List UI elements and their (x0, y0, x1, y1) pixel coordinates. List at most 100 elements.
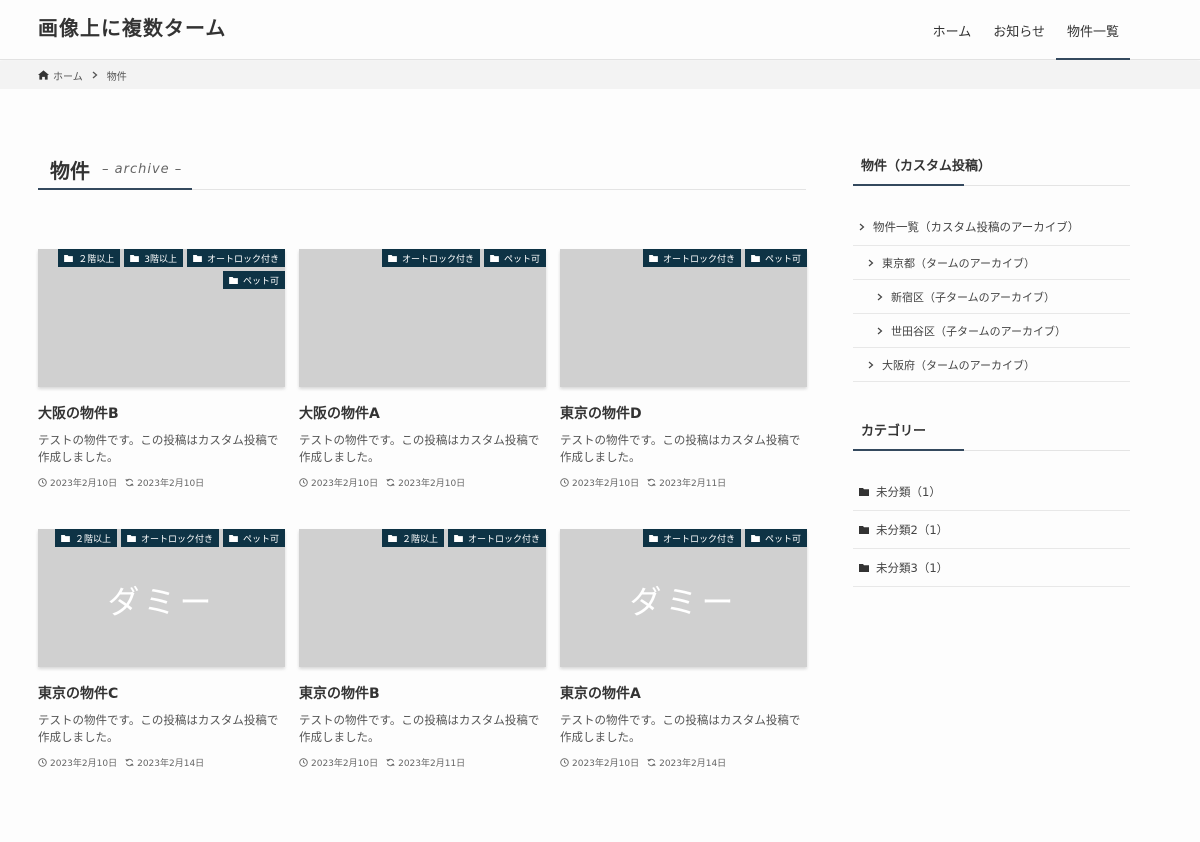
term-tag[interactable]: ２階以上 (58, 249, 121, 267)
post-card[interactable]: オートロック付き ペット可 東京の物件D テストの物件です。この投稿はカスタム投稿で作… (560, 249, 807, 489)
sidebar-item-category[interactable]: 未分類（1） (853, 473, 1130, 511)
nav-item-news[interactable]: お知らせ (982, 0, 1056, 60)
folder-icon (61, 534, 70, 542)
term-tag-label: オートロック付き (401, 254, 474, 265)
post-thumbnail[interactable]: ダミー ２階以上 オートロック付き ペット可 (38, 529, 285, 667)
post-excerpt: テストの物件です。この投稿はカスタム投稿で作成しました。 (299, 433, 540, 464)
folder-icon (229, 534, 238, 542)
sidebar-item-osaka[interactable]: 大阪府（タームのアーカイブ） (853, 348, 1130, 382)
chevron-right-icon (877, 293, 883, 300)
nav-item-properties[interactable]: 物件一覧 (1055, 0, 1131, 60)
sidebar-item-label: 大阪府（タームのアーカイブ） (882, 358, 1036, 372)
post-title[interactable]: 東京の物件B (299, 683, 546, 703)
term-tag[interactable]: ペット可 (744, 529, 807, 547)
term-tags: オートロック付き ペット可 (299, 249, 546, 271)
folder-icon (454, 534, 463, 542)
term-tag[interactable]: 3階以上 (124, 249, 183, 267)
folder-icon (859, 563, 869, 572)
updated-date: 2023年2月10日 (398, 479, 466, 489)
term-tag[interactable]: ペット可 (222, 529, 285, 547)
refresh-icon (647, 758, 656, 767)
sidebar-item-tokyo[interactable]: 東京都（タームのアーカイブ） (853, 246, 1130, 280)
post-card[interactable]: オートロック付き ペット可大阪の物件A テストの物件です。この投稿はカスタム投稿で作… (299, 249, 546, 489)
sidebar-item-setagaya[interactable]: 世田谷区（子タームのアーカイブ） (853, 314, 1130, 348)
refresh-icon (125, 758, 134, 767)
term-tag[interactable]: オートロック付き (186, 249, 285, 267)
post-card[interactable]: ２階以上 3階以上 オートロック付きペット可大阪の物件B テストの物件です。この投稿は… (38, 249, 285, 489)
refresh-icon (386, 478, 395, 487)
clock-icon (560, 758, 569, 767)
updated-date: 2023年2月10日 (137, 479, 205, 489)
archive-title: 物件 (50, 158, 90, 183)
site-title[interactable]: 画像上に複数ターム (38, 12, 226, 41)
term-tag[interactable]: ペット可 (483, 249, 546, 267)
post-card[interactable]: ダミー オートロック付き ペット可 東京の物件A テストの物件です。この投稿はカスタム投… (560, 529, 807, 769)
post-thumbnail[interactable]: ２階以上 オートロック付き (299, 529, 546, 667)
post-title[interactable]: 東京の物件A (560, 683, 807, 703)
term-tags: ２階以上 3階以上 オートロック付きペット可 (38, 249, 285, 293)
refresh-icon (125, 478, 134, 487)
post-thumbnail[interactable]: ２階以上 3階以上 オートロック付きペット可 (38, 249, 285, 387)
category-widget-title: カテゴリー (853, 420, 964, 451)
folder-icon (388, 254, 397, 262)
term-tag-label: オートロック付き (662, 534, 735, 545)
clock-icon (38, 758, 47, 767)
thumbnail-text: ダミー (107, 583, 216, 621)
chevron-right-icon (868, 361, 874, 368)
term-tag-label: オートロック付き (662, 254, 735, 265)
nav-item-home[interactable]: ホーム (922, 0, 983, 60)
post-excerpt: テストの物件です。この投稿はカスタム投稿で作成しました。 (299, 713, 540, 744)
folder-icon (751, 254, 760, 262)
post-title[interactable]: 東京の物件D (560, 403, 807, 423)
chevron-right-icon (859, 223, 865, 231)
sidebar-item-category-2[interactable]: 未分類2（1） (853, 511, 1130, 549)
updated-date: 2023年2月14日 (659, 759, 727, 769)
term-tag[interactable]: ２階以上 (381, 529, 444, 547)
folder-icon (859, 525, 869, 534)
breadcrumb-home[interactable]: ホーム (53, 68, 83, 83)
clock-icon (560, 478, 569, 487)
breadcrumb-current: 物件 (106, 71, 127, 83)
published-date: 2023年2月10日 (572, 759, 640, 769)
post-title[interactable]: 大阪の物件A (299, 403, 546, 423)
term-tag[interactable]: ペット可 (222, 271, 285, 289)
post-thumbnail[interactable]: オートロック付き ペット可 (560, 249, 807, 387)
term-tag-label: ペット可 (503, 254, 540, 265)
post-card[interactable]: ２階以上 オートロック付き 東京の物件B テストの物件です。この投稿はカスタム投稿で作… (299, 529, 546, 769)
chevron-right-icon (92, 71, 98, 79)
published-date: 2023年2月10日 (572, 479, 640, 489)
sidebar-item-label: 未分類3（1） (876, 560, 949, 575)
archive-heading: 物件 – archive – (38, 150, 806, 190)
term-tag[interactable]: オートロック付き (120, 529, 219, 547)
term-tag-label: ２階以上 (401, 534, 438, 545)
term-tag[interactable]: ２階以上 (54, 529, 117, 547)
post-excerpt: テストの物件です。この投稿はカスタム投稿で作成しました。 (38, 433, 279, 464)
post-title[interactable]: 大阪の物件B (38, 403, 285, 423)
post-title[interactable]: 東京の物件C (38, 683, 285, 703)
term-tag-label: ペット可 (242, 276, 279, 287)
term-tag[interactable]: オートロック付き (381, 249, 480, 267)
post-thumbnail[interactable]: オートロック付き ペット可 (299, 249, 546, 387)
term-tag[interactable]: オートロック付き (447, 529, 546, 547)
sidebar-item-property-archive[interactable]: 物件一覧（カスタム投稿のアーカイブ） (853, 209, 1130, 246)
sidebar-item-label: 東京都（タームのアーカイブ） (882, 256, 1036, 270)
term-tag[interactable]: オートロック付き (642, 249, 741, 267)
published-date: 2023年2月10日 (311, 759, 379, 769)
post-card[interactable]: ダミー ２階以上 オートロック付き ペット可 東京の物件C テストの物件です。この投稿はカ… (38, 529, 285, 769)
sidebar-item-category-3[interactable]: 未分類3（1） (853, 549, 1130, 587)
sidebar-item-label: 物件一覧（カスタム投稿のアーカイブ） (873, 220, 1080, 234)
refresh-icon (647, 478, 656, 487)
term-tag[interactable]: オートロック付き (642, 529, 741, 547)
clock-icon (299, 478, 308, 487)
term-tag[interactable]: ペット可 (744, 249, 807, 267)
folder-icon (193, 254, 202, 262)
post-thumbnail[interactable]: ダミー オートロック付き ペット可 (560, 529, 807, 667)
term-tags: ２階以上 オートロック付き (299, 529, 546, 551)
updated-date: 2023年2月14日 (137, 759, 205, 769)
sidebar-item-shinjuku[interactable]: 新宿区（子タームのアーカイブ） (853, 280, 1130, 314)
chevron-right-icon (868, 259, 874, 266)
published-date: 2023年2月10日 (311, 479, 379, 489)
folder-icon (130, 254, 140, 262)
sidebar-item-label: 世田谷区（子タームのアーカイブ） (891, 324, 1067, 338)
term-tag-label: オートロック付き (206, 254, 279, 265)
